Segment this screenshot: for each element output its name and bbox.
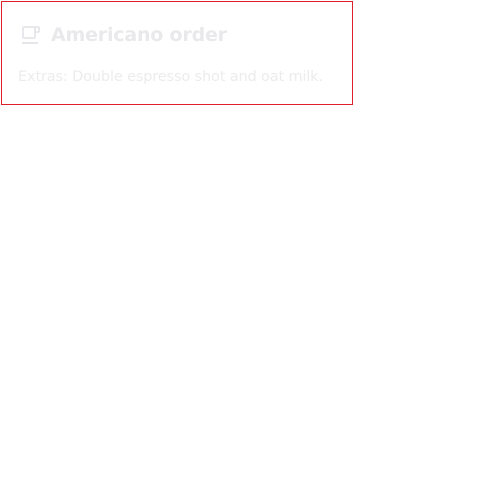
order-card: Americano order Extras: Double espresso …: [1, 1, 353, 105]
card-title: Americano order: [51, 24, 227, 46]
order-extras-text: Extras: Double espresso shot and oat mil…: [18, 69, 323, 85]
card-header: Americano order: [20, 24, 227, 46]
coffee-cup-icon: [20, 24, 42, 46]
